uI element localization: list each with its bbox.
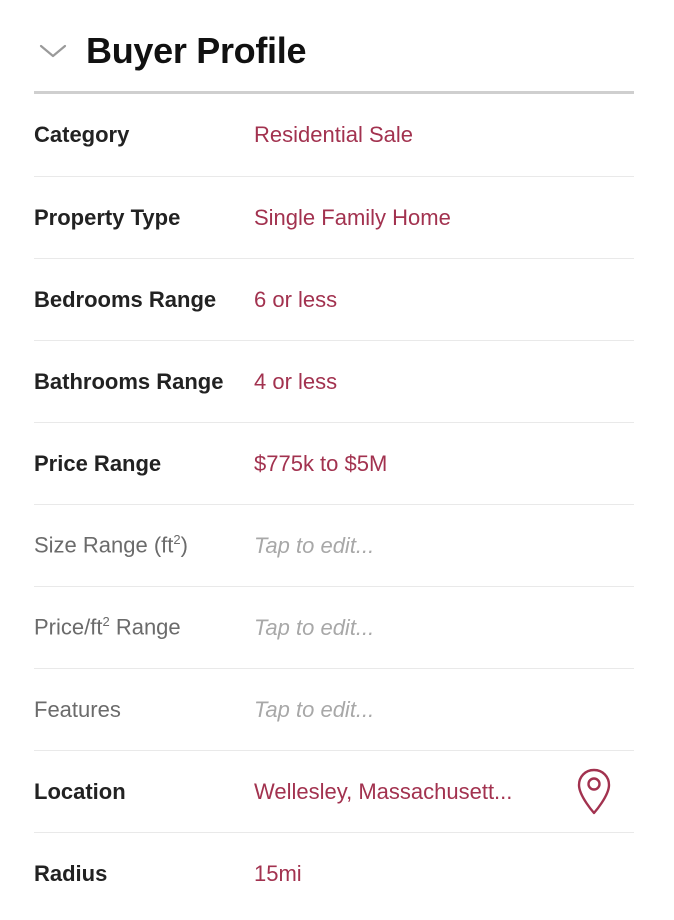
section-header[interactable]: Buyer Profile <box>34 0 634 94</box>
row-value[interactable]: 4 or less <box>254 369 337 395</box>
label-text-end: Range <box>109 614 181 640</box>
buyer-profile-panel: Buyer Profile Category Residential Sale … <box>34 0 634 915</box>
row-category[interactable]: Category Residential Sale <box>34 94 634 177</box>
row-value[interactable]: 6 or less <box>254 287 337 313</box>
row-property-type[interactable]: Property Type Single Family Home <box>34 177 634 259</box>
row-label: Property Type <box>34 204 181 230</box>
row-label: Price/ft2 Range <box>34 614 254 640</box>
row-label: Features <box>34 696 121 722</box>
row-value[interactable]: Residential Sale <box>254 122 413 148</box>
row-value-placeholder[interactable]: Tap to edit... <box>254 697 374 723</box>
row-price-per-sqft-range[interactable]: Price/ft2 Range Tap to edit... <box>34 587 634 669</box>
label-superscript: 2 <box>102 614 110 630</box>
chevron-down-icon[interactable] <box>38 36 78 66</box>
row-location[interactable]: Location Wellesley, Massachusett... <box>34 751 634 833</box>
row-label: Category <box>34 122 130 147</box>
row-value-placeholder[interactable]: Tap to edit... <box>254 533 374 559</box>
row-value[interactable]: 15mi <box>254 861 302 887</box>
row-value[interactable]: $775k to $5M <box>254 451 387 477</box>
row-value[interactable]: Single Family Home <box>254 205 451 231</box>
label-text: Size Range (ft <box>34 532 174 558</box>
row-label: Bedrooms Range <box>34 286 217 312</box>
row-label: Bathrooms Range <box>34 368 224 394</box>
row-size-range[interactable]: Size Range (ft2) Tap to edit... <box>34 505 634 587</box>
row-label: Size Range (ft2) <box>34 532 254 558</box>
label-text: Price/ft <box>34 614 103 640</box>
row-value-placeholder[interactable]: Tap to edit... <box>254 615 374 641</box>
row-features[interactable]: Features Tap to edit... <box>34 669 634 751</box>
row-radius[interactable]: Radius 15mi <box>34 833 634 915</box>
row-label: Radius <box>34 861 108 886</box>
row-price-range[interactable]: Price Range $775k to $5M <box>34 423 634 505</box>
page-title: Buyer Profile <box>86 29 307 71</box>
row-bathrooms-range[interactable]: Bathrooms Range 4 or less <box>34 341 634 423</box>
row-label: Price Range <box>34 450 162 476</box>
label-text-end: ) <box>180 532 188 558</box>
row-bedrooms-range[interactable]: Bedrooms Range 6 or less <box>34 259 634 341</box>
row-value[interactable]: Wellesley, Massachusett... <box>254 779 512 805</box>
row-label: Location <box>34 778 126 804</box>
label-superscript: 2 <box>173 532 181 548</box>
map-pin-icon[interactable] <box>576 767 612 817</box>
